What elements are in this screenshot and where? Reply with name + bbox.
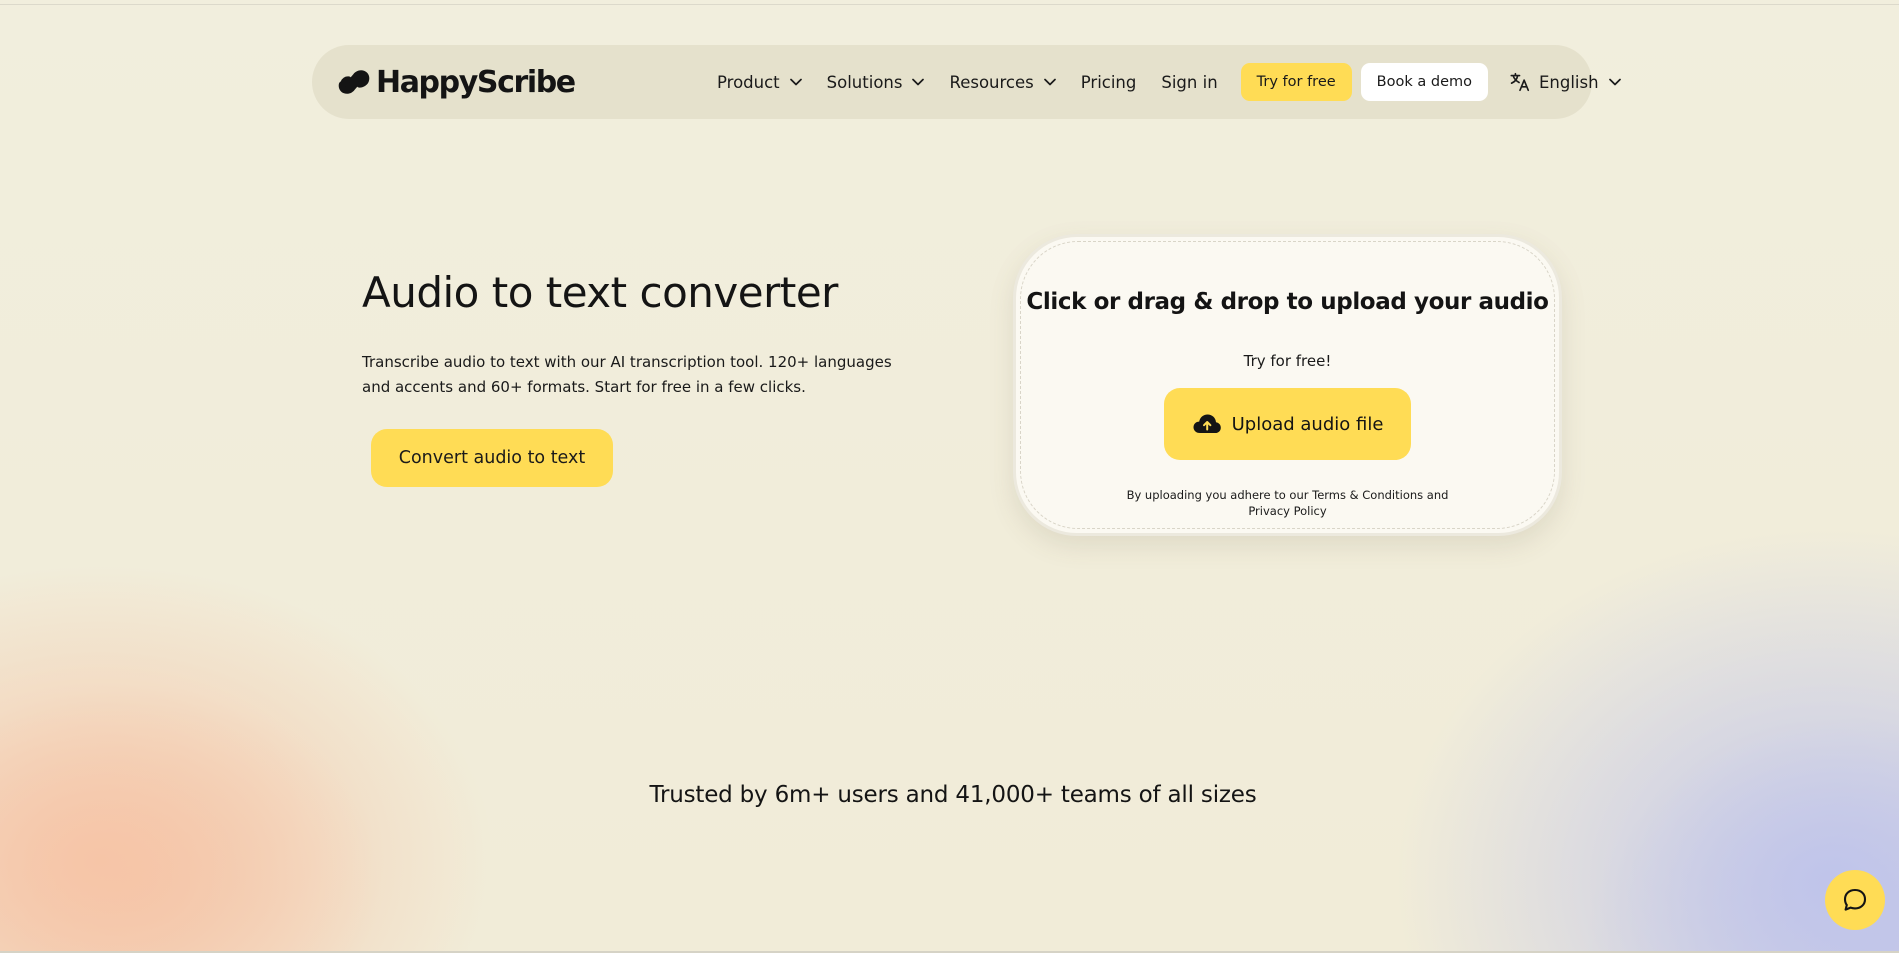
upload-audio-button[interactable]: Upload audio file <box>1164 388 1411 460</box>
privacy-policy-link[interactable]: Privacy Policy <box>1016 503 1559 519</box>
language-label: English <box>1538 72 1599 92</box>
upload-dropzone[interactable]: Click or drag & drop to upload your audi… <box>1013 234 1562 536</box>
chevron-down-icon <box>789 78 802 86</box>
chat-launcher-button[interactable] <box>1825 870 1885 930</box>
nav-item-pricing[interactable]: Pricing <box>1081 73 1137 92</box>
try-for-free-button[interactable]: Try for free <box>1240 63 1352 101</box>
chat-bubble-icon <box>1843 888 1867 911</box>
hero-description: Transcribe audio to text with our AI tra… <box>362 353 892 396</box>
nav-item-label: Resources <box>949 72 1034 92</box>
nav-item-resources[interactable]: Resources <box>949 72 1056 92</box>
chevron-down-icon <box>912 78 925 86</box>
trusted-by-heading: Trusted by 6m+ users and 41,000+ teams o… <box>649 782 1257 808</box>
translate-icon <box>1510 72 1530 92</box>
book-a-demo-button[interactable]: Book a demo <box>1360 63 1488 101</box>
nav-links: Product Solutions Resources Pricing Sign… <box>717 62 1621 102</box>
nav-item-label: Product <box>717 72 780 92</box>
cloud-upload-icon <box>1193 414 1221 433</box>
page: HappyScribe Product Solutions Resources … <box>0 0 1899 953</box>
nav-item-label: Pricing <box>1080 72 1137 92</box>
nav-item-label: Solutions <box>826 72 903 92</box>
chevron-down-icon <box>1043 78 1056 86</box>
nav-item-product[interactable]: Product <box>717 73 802 92</box>
language-selector[interactable]: English <box>1509 71 1621 93</box>
convert-audio-button[interactable]: Convert audio to text <box>371 429 613 487</box>
page-title: Audio to text converter <box>362 268 838 317</box>
nav-item-solutions[interactable]: Solutions <box>827 73 925 92</box>
chevron-down-icon <box>1608 78 1621 86</box>
navigation-bar: HappyScribe Product Solutions Resources … <box>312 45 1621 119</box>
brand-name: HappyScribe <box>376 64 576 100</box>
top-divider <box>0 4 1899 5</box>
upload-terms: By uploading you adhere to our Terms & C… <box>1016 487 1559 519</box>
terms-line[interactable]: By uploading you adhere to our Terms & C… <box>1016 487 1559 503</box>
dropzone-dashed-border <box>1020 241 1555 529</box>
happyscribe-logo-icon <box>338 70 370 94</box>
nav-item-sign-in[interactable]: Sign in <box>1161 73 1217 92</box>
nav-item-label: Sign in <box>1161 72 1218 92</box>
upload-title: Click or drag & drop to upload your audi… <box>1026 289 1549 315</box>
upload-try-text: Try for free! <box>1243 352 1332 370</box>
logo[interactable]: HappyScribe <box>336 63 576 101</box>
upload-button-label: Upload audio file <box>1231 413 1384 435</box>
